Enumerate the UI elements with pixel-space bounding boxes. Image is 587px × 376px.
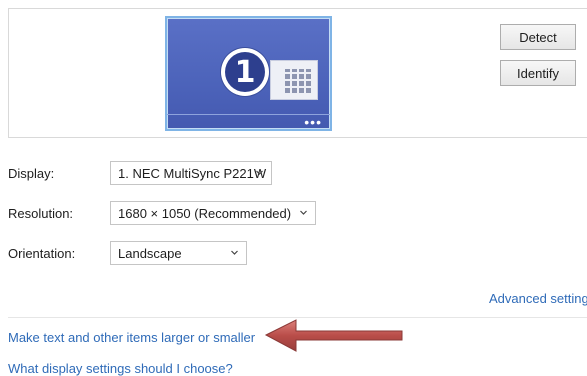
display-label: Display:	[8, 166, 55, 181]
monitor-number-badge: 1	[221, 48, 269, 96]
resolution-select-value: 1680 × 1050 (Recommended)	[118, 205, 292, 221]
advanced-settings-link[interactable]: Advanced settings	[489, 291, 587, 306]
detect-button[interactable]: Detect	[500, 24, 576, 50]
monitor-1-tile[interactable]: 1 •••	[165, 16, 332, 131]
resolution-select[interactable]: 1680 × 1050 (Recommended)	[110, 201, 316, 225]
orientation-label: Orientation:	[8, 246, 76, 261]
display-settings-help-link[interactable]: What display settings should I choose?	[8, 361, 233, 376]
chevron-down-icon	[231, 250, 238, 255]
start-screen-icon	[270, 60, 318, 100]
display-select-value: 1. NEC MultiSync P221W	[118, 165, 267, 181]
more-dots-icon: •••	[304, 114, 322, 130]
resolution-label: Resolution:	[8, 206, 74, 221]
orientation-select[interactable]: Landscape	[110, 241, 247, 265]
display-select[interactable]: 1. NEC MultiSync P221W	[110, 161, 272, 185]
tile-grid-icon	[285, 69, 313, 93]
monitor-taskbar: •••	[167, 114, 330, 129]
chevron-down-icon	[256, 170, 263, 175]
orientation-select-value: Landscape	[118, 245, 182, 261]
monitor-number: 1	[225, 52, 265, 92]
identify-button[interactable]: Identify	[500, 60, 576, 86]
red-arrow-icon	[264, 319, 403, 352]
text-size-link[interactable]: Make text and other items larger or smal…	[8, 330, 255, 345]
chevron-down-icon	[300, 210, 307, 215]
